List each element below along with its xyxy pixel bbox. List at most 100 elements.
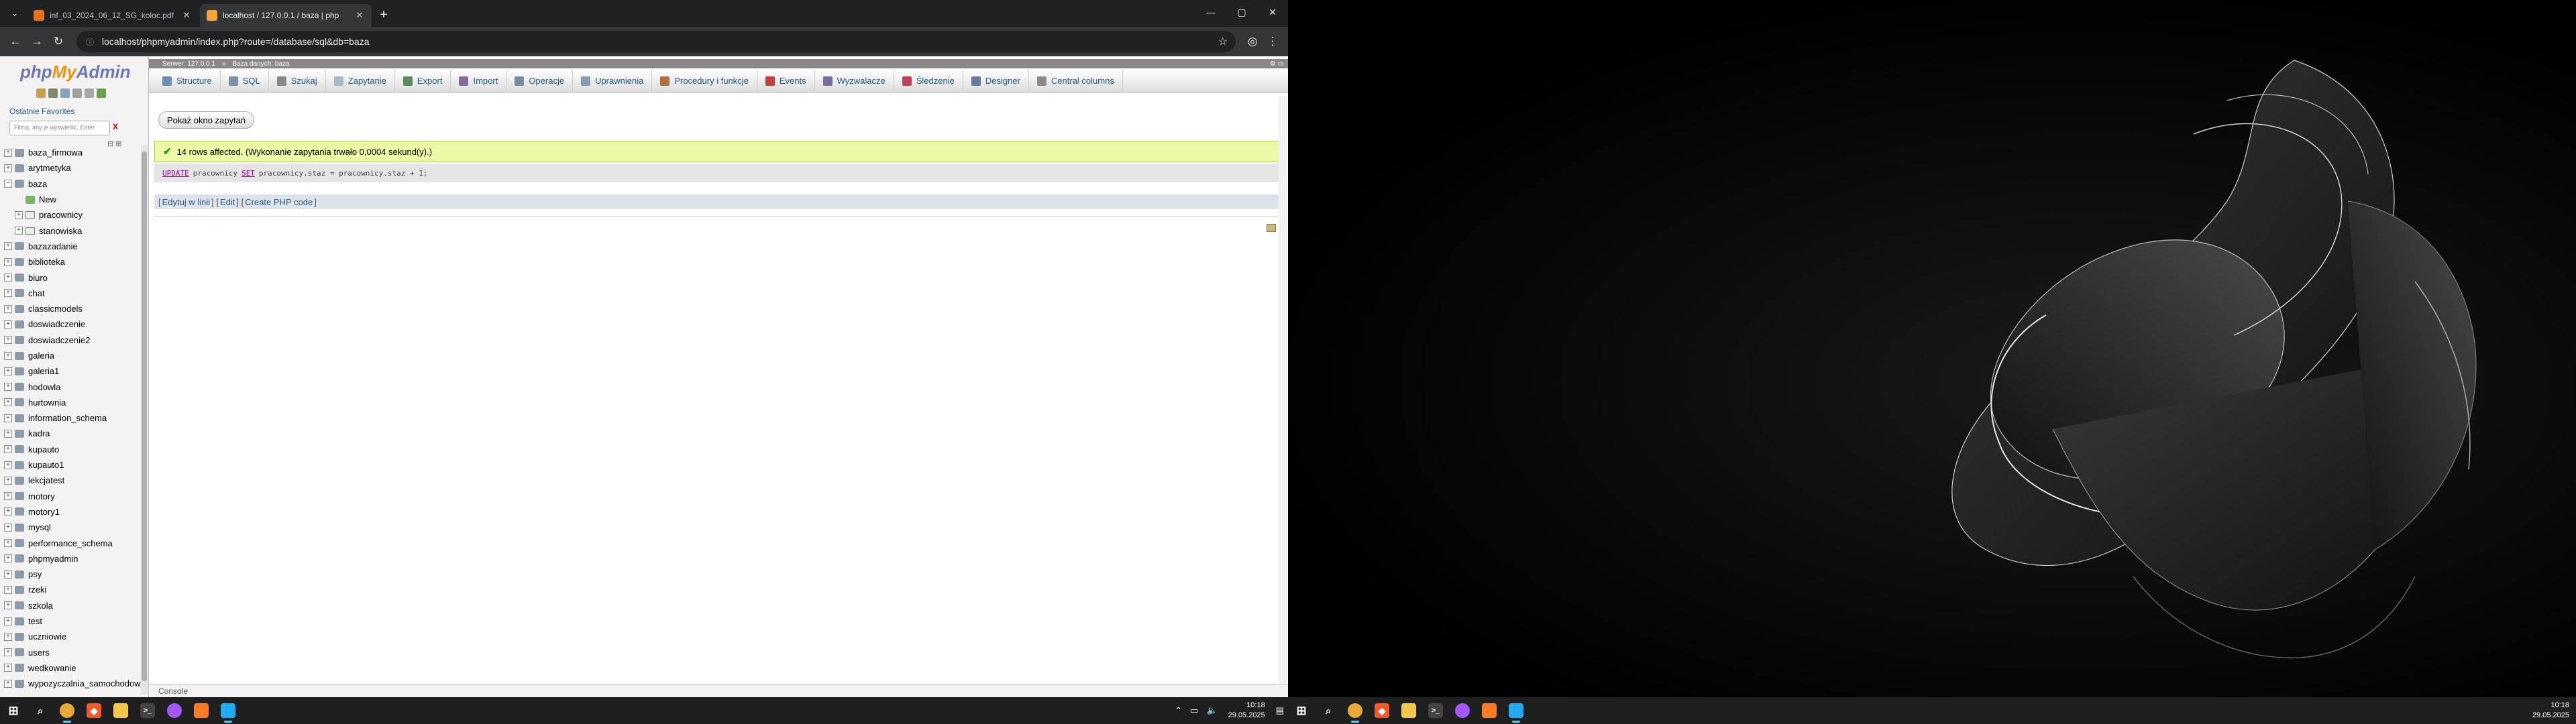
nav-table-item[interactable]: + stanowiska [4,223,141,238]
phpmyadmin-logo[interactable]: phpMyAdmin [20,62,131,82]
expand-icon[interactable]: + [4,601,12,610]
recent-favorites-links[interactable]: Ostatnie Favorites [9,107,74,116]
breadcrumb-database[interactable]: Baza danych: baza [233,60,290,68]
tab-export[interactable]: Export [395,69,451,93]
nav-table-item[interactable]: +New [4,192,141,207]
volume-icon[interactable]: 🔈 [1206,705,1217,716]
nav-item-label[interactable]: kupauto [28,444,59,455]
nav-database-item[interactable]: + lekcjatest [4,473,141,488]
expand-icon[interactable]: + [4,336,12,345]
file-explorer-icon[interactable] [1395,697,1422,724]
nav-item-label[interactable]: wypozyczalnia_samochodow [28,678,141,688]
nav-item-label[interactable]: users [28,648,50,658]
brave-icon[interactable]: ◆ [80,697,107,724]
expand-icon[interactable]: + [4,476,12,485]
nav-database-item[interactable]: + doswiadczenie2 [4,333,141,348]
nav-database-item[interactable]: + hurtownia [4,395,141,410]
nav-item-label[interactable]: classicmodels [28,304,83,314]
minimize-button[interactable]: — [1195,0,1226,24]
close-window-button[interactable]: ✕ [1257,0,1288,24]
nav-item-label[interactable]: doswiadczenie2 [28,335,91,345]
nav-database-item[interactable]: + galeria1 [4,363,141,379]
terminal-icon[interactable]: >_ [1422,697,1449,724]
main-scrollbar[interactable] [1279,97,1287,697]
nav-item-label[interactable]: stanowiska [39,226,82,236]
nav-item-label[interactable]: rzeki [28,585,46,595]
file-explorer-icon[interactable] [107,697,134,724]
site-info-icon[interactable]: ⓘ [85,36,95,47]
sql-keyword-set[interactable]: SET [241,169,255,178]
expand-icon[interactable]: + [4,398,12,407]
nav-item-label[interactable]: mysql [28,522,51,532]
expand-icon[interactable]: + [4,492,12,501]
expand-icon[interactable]: + [4,257,12,266]
expand-icon[interactable]: + [4,648,12,657]
nav-item-label[interactable]: performance_schema [28,538,113,548]
expand-icon[interactable]: + [4,507,12,516]
nav-database-item[interactable]: + mysql [4,520,141,535]
expand-icon[interactable]: + [4,617,12,625]
nav-database-item[interactable]: + test [4,613,141,629]
create-php-code-link[interactable]: Create PHP code [245,197,313,207]
xampp-icon[interactable] [188,697,215,724]
vscode-icon[interactable] [215,697,241,724]
tab-uprawnienia[interactable]: Uprawnienia [573,69,653,93]
print-icon[interactable] [1267,224,1276,232]
nav-database-item[interactable]: + phpmyadmin [4,551,141,566]
nav-item-label[interactable]: galeria1 [28,366,59,376]
address-bar[interactable]: ⓘ localhost/phpmyadmin/index.php?route=/… [76,31,1236,52]
nav-item-label[interactable]: motory1 [28,507,60,517]
nav-item-label[interactable]: psy [28,569,42,579]
tab-events[interactable]: Events [757,69,815,93]
search-icon[interactable]: ⌕ [27,697,54,724]
nav-database-item[interactable]: + kadra [4,426,141,441]
database-filter-input[interactable]: Filtruj, aby je wyświetlić, Enter [9,121,110,135]
back-icon[interactable]: ← [5,32,25,52]
bookmark-star-icon[interactable]: ☆ [1218,35,1228,48]
nav-item-label[interactable]: pracownicy [39,210,83,220]
tab-operacje[interactable]: Operacje [506,69,574,93]
terminal-icon[interactable]: >_ [134,697,161,724]
expand-icon[interactable]: + [4,383,12,391]
nav-item-label[interactable]: uczniowie [28,631,66,642]
nav-item-label[interactable]: biuro [28,273,48,283]
chrome-icon[interactable] [54,697,80,724]
nav-database-item[interactable]: + doswiadczenie [4,316,141,332]
nav-item-label[interactable]: hodowla [28,382,60,392]
tab-wyzwalacze[interactable]: Wyzwalacze [815,69,894,93]
filter-clear-icon[interactable]: X [113,122,118,131]
nav-database-item[interactable]: − baza [4,176,141,192]
nav-database-item[interactable]: + biblioteka [4,254,141,269]
nav-item-label[interactable]: chat [28,288,45,298]
nav-item-label[interactable]: galeria [28,351,54,361]
nav-item-label[interactable]: biblioteka [28,257,65,267]
expand-icon[interactable]: + [4,570,12,579]
help-icon[interactable] [60,88,70,98]
expand-icon[interactable]: + [4,148,12,157]
nav-item-label[interactable]: information_schema [28,413,107,423]
tab-search-icon[interactable]: ⌄ [5,3,24,24]
nav-item-label[interactable]: baza_firmowa [28,147,83,158]
nav-item-label[interactable]: wedkowanie [28,663,76,673]
nav-database-item[interactable]: + galeria [4,348,141,363]
tray-chevron-icon[interactable]: ⌃ [1175,705,1182,716]
nav-item-label[interactable]: hurtownia [28,398,66,408]
nav-item-label[interactable]: doswiadczenie [28,319,85,329]
nav-database-item[interactable]: + chat [4,286,141,301]
nav-database-item[interactable]: + bazazadanie [4,239,141,254]
tab-close-icon[interactable]: ✕ [354,10,365,21]
nav-database-item[interactable]: + motory1 [4,504,141,520]
expand-icon[interactable]: + [4,632,12,641]
tab-procedury-i-funkcje[interactable]: Procedury i funkcje [652,69,757,93]
clock[interactable]: 10:18 29.05.2025 [1228,701,1265,721]
chrome-icon[interactable] [1342,697,1368,724]
tab-close-icon[interactable]: ✕ [181,10,192,21]
docs-icon[interactable] [72,88,82,98]
nav-item-label[interactable]: arytmetyka [28,163,71,173]
nav-item-label[interactable]: kupauto1 [28,460,64,470]
nav-database-item[interactable]: + arytmetyka [4,160,141,176]
console-label[interactable]: Console [158,686,188,696]
nav-database-item[interactable]: + motory [4,489,141,504]
scrollbar-thumb[interactable] [142,152,147,681]
nav-database-item[interactable]: + kupauto [4,442,141,457]
